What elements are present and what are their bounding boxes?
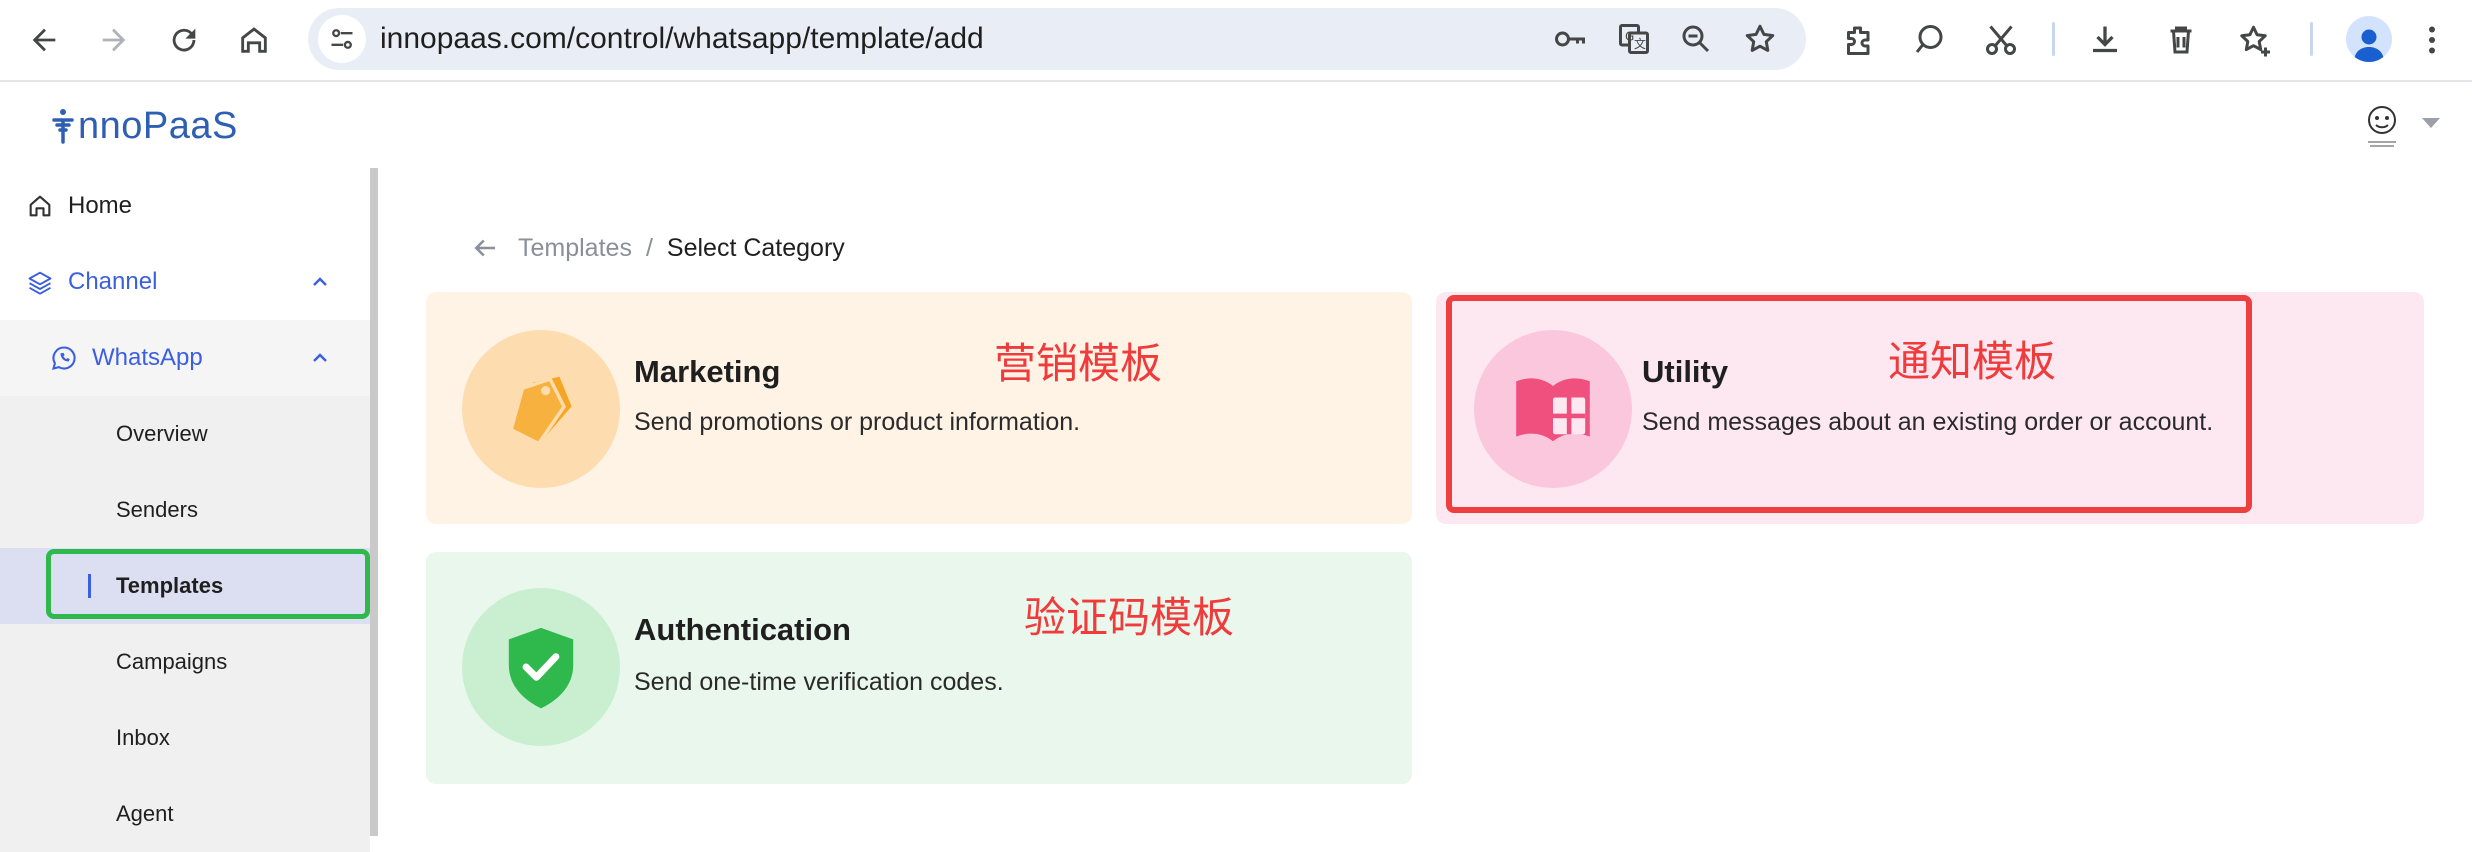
logo-text: nnoPaaS [78, 104, 238, 147]
sidebar-item-label: Agent [116, 801, 174, 826]
site-settings-icon[interactable] [318, 15, 366, 63]
category-title: Marketing [634, 354, 781, 389]
sidebar-item-label: Channel [68, 268, 158, 295]
home-icon[interactable] [226, 12, 282, 68]
whatsapp-icon [52, 346, 76, 370]
chevron-up-icon [313, 353, 327, 362]
sidebar: Home Channel WhatsApp Overview Senders T… [0, 168, 370, 852]
back-icon[interactable] [16, 12, 72, 68]
extensions-icon[interactable] [1834, 15, 1884, 65]
annotation-label: 营销模板 [994, 339, 1163, 388]
chevron-down-icon[interactable] [2422, 118, 2440, 128]
annotation-label: 验证码模板 [1024, 593, 1235, 642]
toolbar-divider [2310, 22, 2313, 56]
logo-mark-icon [50, 106, 76, 146]
sidebar-item-label: WhatsApp [92, 344, 203, 371]
arrow-left-icon[interactable] [470, 233, 500, 263]
sidebar-item-inbox[interactable]: Inbox [0, 700, 370, 776]
scissors-icon[interactable] [1976, 15, 2026, 65]
home-icon [29, 195, 51, 217]
sidebar-item-senders[interactable]: Senders [0, 472, 370, 548]
sidebar-item-whatsapp[interactable]: WhatsApp [0, 320, 370, 396]
brand-logo[interactable]: nnoPaaS [50, 102, 238, 150]
tag-icon [462, 330, 620, 488]
sidebar-item-campaigns[interactable]: Campaigns [0, 624, 370, 700]
search-chat-icon[interactable] [1904, 15, 1954, 65]
sidebar-item-channel[interactable]: Channel [0, 244, 370, 320]
sidebar-scrollbar[interactable] [370, 168, 378, 836]
breadcrumb-parent-link[interactable]: Templates [518, 234, 632, 263]
sidebar-item-label: Inbox [116, 725, 170, 750]
key-icon[interactable] [1550, 19, 1590, 59]
zoom-icon[interactable] [1676, 19, 1716, 59]
reload-icon[interactable] [156, 12, 212, 68]
category-card-marketing[interactable]: Marketing Send promotions or product inf… [426, 292, 1412, 524]
shield-check-icon [462, 588, 620, 746]
profile-icon[interactable] [2346, 16, 2392, 62]
chevron-up-icon [313, 277, 327, 286]
toolbar-divider [2052, 22, 2055, 56]
utility-highlight-box [1446, 295, 2252, 513]
category-description: Send one-time verification codes. [634, 668, 1004, 696]
app-header: nnoPaaS [0, 82, 2472, 168]
main-content: Templates / Select Category Marketing Se… [378, 168, 2472, 836]
category-card-authentication[interactable]: Authentication Send one-time verificatio… [426, 552, 1412, 784]
category-description: Send promotions or product information. [634, 408, 1081, 436]
breadcrumb-current: Select Category [666, 233, 845, 262]
category-title: Authentication [634, 612, 851, 647]
templates-highlight-box [46, 549, 370, 619]
sidebar-item-label: Senders [116, 497, 198, 522]
sidebar-item-label: Home [68, 192, 133, 219]
browser-toolbar: innopaas.com/control/whatsapp/template/a… [0, 0, 2472, 82]
download-icon[interactable] [2080, 15, 2130, 65]
forward-icon[interactable] [86, 12, 142, 68]
breadcrumb-separator: / [645, 233, 653, 262]
svg-text:G: G [1625, 30, 1634, 44]
sidebar-item-label: Overview [116, 421, 208, 446]
avatar[interactable] [2356, 100, 2408, 152]
trash-icon[interactable] [2156, 15, 2206, 65]
sidebar-item-agent[interactable]: Agent [0, 776, 370, 852]
svg-text:文: 文 [1634, 36, 1646, 51]
layers-icon [28, 271, 52, 295]
bookmark-star-icon[interactable] [1740, 19, 1780, 59]
translate-icon[interactable]: G文 [1614, 19, 1654, 59]
address-bar[interactable]: innopaas.com/control/whatsapp/template/a… [308, 8, 1806, 70]
url-text[interactable]: innopaas.com/control/whatsapp/template/a… [380, 8, 984, 70]
category-card-utility[interactable]: Utility Send messages about an existing … [1436, 292, 2424, 524]
sidebar-item-home[interactable]: Home [0, 168, 370, 244]
sidebar-item-overview[interactable]: Overview [0, 396, 370, 472]
breadcrumb: Templates / Select Category [470, 230, 845, 266]
sidebar-item-label: Campaigns [116, 649, 228, 674]
more-menu-icon[interactable] [2412, 15, 2452, 65]
reading-list-star-icon[interactable] [2230, 15, 2280, 65]
